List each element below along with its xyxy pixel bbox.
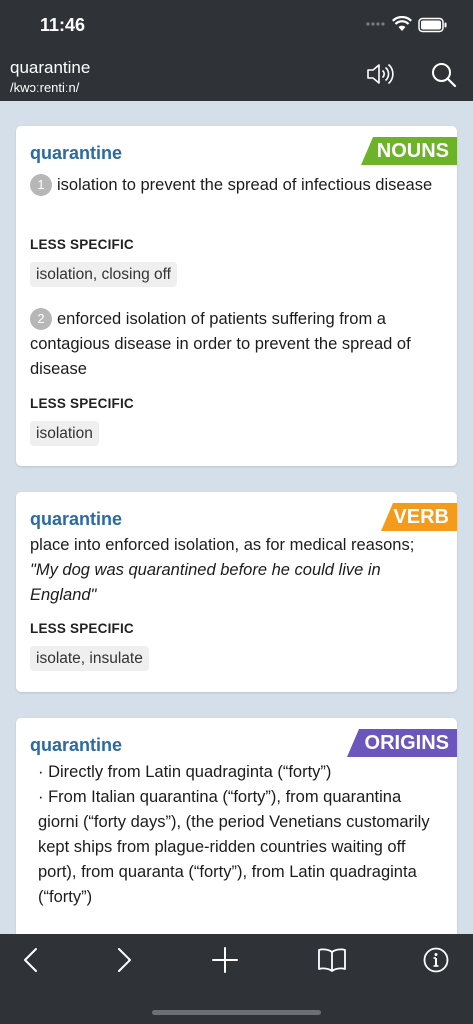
sense-number: 2: [30, 308, 52, 330]
origin-line: · Directly from Latin quadraginta (“fort…: [38, 763, 332, 781]
sense-2: 2 enforced isolation of patients sufferin…: [30, 307, 440, 382]
verb-definition-block: place into enforced isolation, as for me…: [30, 533, 440, 608]
back-arrow-icon[interactable]: [20, 946, 42, 974]
header-word: quarantine: [10, 58, 91, 77]
origins-tag: ORIGINS: [347, 729, 457, 757]
header-phonetic: /kwɔːrentiːn/: [10, 80, 80, 95]
verb-tag: VERB: [381, 503, 457, 531]
battery-icon: [418, 17, 447, 33]
search-icon[interactable]: [431, 62, 457, 88]
cellular-signal-icon: [366, 22, 385, 26]
speaker-icon[interactable]: [366, 62, 394, 86]
less-specific-label: LESS SPECIFIC: [30, 396, 134, 411]
card-word: quarantine: [30, 143, 123, 163]
content-area[interactable]: quarantine NOUNS 1 isolation to prevent t…: [0, 101, 473, 934]
origin-line: · From Italian quarantina (“forty”), fro…: [38, 788, 430, 906]
related-chip[interactable]: isolation: [30, 421, 99, 446]
related-chip[interactable]: isolate, insulate: [30, 646, 149, 671]
less-specific-label: LESS SPECIFIC: [30, 237, 134, 252]
card-word: quarantine: [30, 509, 123, 529]
sense-number: 1: [30, 174, 52, 196]
plus-icon[interactable]: [211, 946, 239, 974]
card-word: quarantine: [30, 735, 123, 755]
verb-definition: place into enforced isolation, as for me…: [30, 536, 415, 554]
book-icon[interactable]: [317, 946, 347, 974]
less-specific-label: LESS SPECIFIC: [30, 621, 134, 636]
info-icon[interactable]: [422, 946, 450, 974]
wifi-icon: [392, 16, 412, 31]
status-time: 11:46: [40, 15, 86, 35]
forward-arrow-icon[interactable]: [113, 946, 135, 974]
sense-1: 1 isolation to prevent the spread of infe…: [30, 173, 440, 198]
nouns-card: quarantine NOUNS 1 isolation to prevent t…: [16, 126, 457, 466]
related-chip[interactable]: isolation, closing off: [30, 262, 177, 287]
verb-card: quarantine VERB place into enforced isol…: [16, 492, 457, 692]
home-indicator: [152, 1010, 321, 1015]
sense-definition: enforced isolation of patients suffering…: [30, 310, 411, 378]
nouns-tag: NOUNS: [361, 137, 457, 165]
sense-definition: isolation to prevent the spread of infec…: [57, 176, 433, 194]
origins-card: quarantine ORIGINS · Directly from Latin…: [16, 718, 457, 934]
top-bar: 11:46 quarantine /kwɔːrentiːn/: [0, 0, 473, 101]
verb-example: "My dog was quarantined before he could …: [30, 561, 381, 604]
